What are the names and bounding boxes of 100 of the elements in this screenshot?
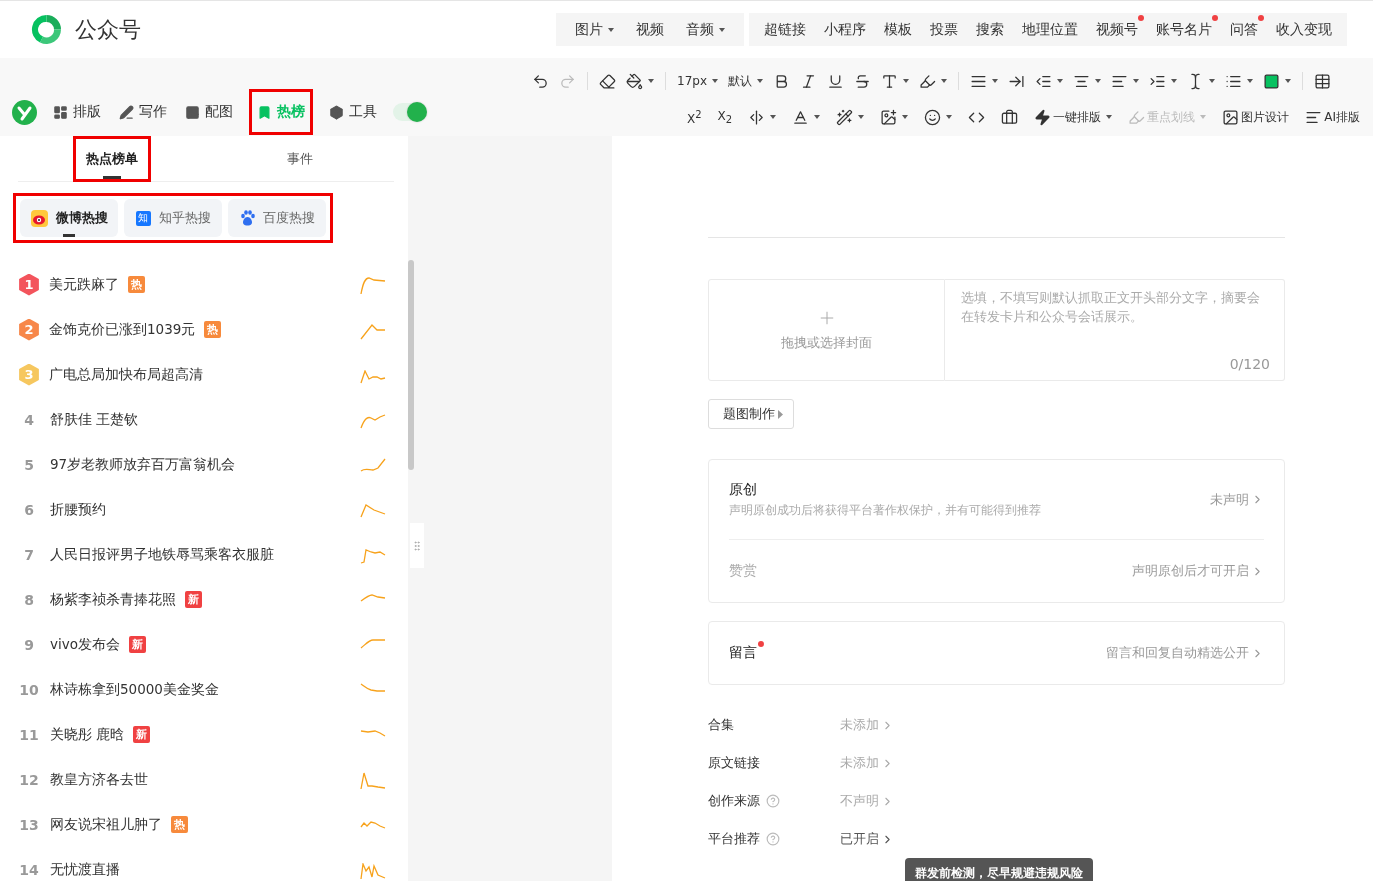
topic-title[interactable]: 折腰预约 — [50, 500, 106, 519]
toolbar-button[interactable]: X$_{2}$ — [714, 104, 736, 130]
topic-title[interactable]: 教皇方济各去世 — [50, 770, 148, 789]
rank-number: 12 — [18, 771, 40, 788]
toolbar-button[interactable]: X$^{2}$ — [684, 104, 705, 130]
caret-icon — [608, 27, 614, 32]
insert-menu-item[interactable]: 问答 — [1221, 13, 1267, 46]
caret-icon — [777, 409, 783, 419]
insert-menu-item[interactable]: 超链接 — [755, 13, 815, 46]
caret-icon — [1247, 79, 1253, 83]
rank-number: 7 — [23, 546, 35, 563]
insert-menu-item[interactable]: 收入变现 — [1267, 13, 1341, 46]
plugin-tab[interactable]: 排版 — [51, 89, 103, 135]
setting-description: 声明原创成功后将获得平台著作权保护，并有可能得到推荐 — [729, 503, 1041, 518]
eye-logo-icon — [30, 209, 48, 227]
toggle-switch[interactable] — [393, 103, 425, 121]
source-tab[interactable]: 百度热搜 — [228, 199, 326, 237]
baseline-icon — [792, 108, 810, 126]
caret-icon — [946, 115, 953, 119]
topic-title[interactable]: 林诗栋拿到50000美金奖金 — [50, 680, 219, 699]
rank-badge: 2 — [18, 318, 40, 341]
insert-menu-item[interactable]: 搜索 — [967, 13, 1013, 46]
caret-icon — [1057, 79, 1063, 83]
smiley-icon — [924, 108, 942, 126]
insert-menu-item[interactable]: 投票 — [921, 13, 967, 46]
split-icon — [748, 108, 766, 126]
source-tab[interactable]: 知 知乎热搜 — [124, 199, 222, 237]
topic-tag: 热 — [204, 321, 222, 338]
topic-tag: 热 — [171, 816, 188, 833]
insert-menu-item[interactable]: 音频 — [675, 13, 736, 46]
caret-icon — [770, 115, 777, 119]
rank-badge: 1 — [18, 273, 40, 296]
topic-tag: 新 — [133, 726, 151, 743]
caret-icon — [1095, 79, 1101, 83]
trend-sparkline — [360, 323, 386, 340]
plugin-tab[interactable]: 配图 — [183, 89, 235, 135]
rank-number: 13 — [18, 816, 40, 833]
trend-sparkline — [360, 457, 386, 472]
setting-value[interactable]: 已开启 — [840, 830, 894, 848]
caret-icon — [858, 115, 865, 119]
toolbar-dropdown[interactable]: 17px — [674, 68, 721, 94]
topic-title[interactable]: 舒肤佳 王楚钦 — [50, 410, 139, 429]
setting-label: 合集 — [708, 716, 734, 734]
insert-menu-item[interactable]: 地理位置 — [1013, 13, 1087, 46]
insert-menu-item[interactable]: 视频号 — [1087, 13, 1147, 46]
insert-menu-item[interactable]: 图片 — [564, 13, 625, 46]
insert-menu-item[interactable]: 小程序 — [815, 13, 875, 46]
topic-title[interactable]: vivo发布会 — [50, 635, 120, 654]
scrollbar-thumb[interactable] — [408, 260, 414, 470]
insert-menu-item[interactable]: 模板 — [875, 13, 921, 46]
topic-title[interactable]: 人民日报评男子地铁辱骂乘客衣服脏 — [50, 545, 274, 564]
caret-icon — [1200, 115, 1207, 119]
source-tab[interactable]: 微博热搜 — [20, 199, 118, 237]
setting-title: 留言 — [729, 644, 757, 662]
topic-title[interactable]: 关晓彤 鹿晗 — [50, 725, 125, 744]
trend-sparkline — [360, 593, 386, 602]
topic-title[interactable]: 美元跌麻了 — [49, 275, 119, 294]
toolbar-button[interactable]: 一键排版 — [1031, 104, 1116, 130]
plugin-tab[interactable]: 工具 — [327, 89, 379, 135]
toolbar-dropdown[interactable]: 默认 — [725, 68, 766, 94]
plugin-tab[interactable]: 写作 — [117, 89, 169, 135]
panel-tab[interactable]: 热点榜单 — [73, 136, 151, 182]
topic-title[interactable]: 无忧渡直播 — [50, 860, 120, 879]
insert-menu-item[interactable]: 账号名片 — [1147, 13, 1221, 46]
setting-title: 原创 — [729, 481, 758, 499]
panel-tab[interactable]: 事件 — [272, 136, 328, 182]
insert-menu-item[interactable]: 视频 — [625, 13, 675, 46]
redo-icon — [559, 72, 576, 90]
collapse-handle[interactable] — [410, 523, 424, 568]
briefcase-icon — [1001, 108, 1019, 126]
topic-title[interactable]: 网友说宋祖儿肿了 — [50, 815, 162, 834]
caret-icon — [757, 79, 763, 83]
setting-label: 平台推荐 — [708, 830, 760, 848]
char-counter: 0/120 — [1229, 356, 1270, 372]
paint-bucket-icon — [626, 72, 643, 90]
topic-tag: 热 — [128, 276, 145, 293]
setting-label: 原文链接 — [708, 754, 760, 772]
caret-icon — [992, 79, 998, 83]
toolbar-button[interactable]: AI排版 — [1302, 104, 1363, 130]
underline-icon — [827, 72, 844, 90]
trend-sparkline — [360, 503, 386, 518]
title-image-button[interactable]: 题图制作 — [708, 399, 794, 429]
bookmark-icon — [257, 104, 272, 120]
caret-icon — [1171, 79, 1177, 83]
topic-title[interactable]: 广电总局加快布局超高清 — [49, 365, 203, 384]
image-plus-icon — [880, 108, 898, 126]
topic-title[interactable]: 金饰克价已涨到1039元 — [49, 320, 196, 339]
eraser-icon — [599, 72, 616, 90]
caret-icon — [1209, 79, 1215, 83]
rank-number: 11 — [18, 726, 40, 743]
lightning-icon — [1034, 108, 1052, 126]
trend-sparkline — [360, 682, 386, 692]
caret-icon — [941, 79, 947, 83]
topic-title[interactable]: 97岁老教师放弃百万富翁机会 — [50, 455, 236, 474]
app-title: 公众号 — [75, 15, 141, 44]
toolbar-button[interactable]: 图片设计 — [1219, 104, 1293, 130]
trend-sparkline — [360, 862, 386, 880]
rank-number: 4 — [23, 411, 35, 428]
topic-title[interactable]: 杨紫李祯杀青捧花照 — [50, 590, 176, 609]
grip-icon — [411, 539, 423, 552]
